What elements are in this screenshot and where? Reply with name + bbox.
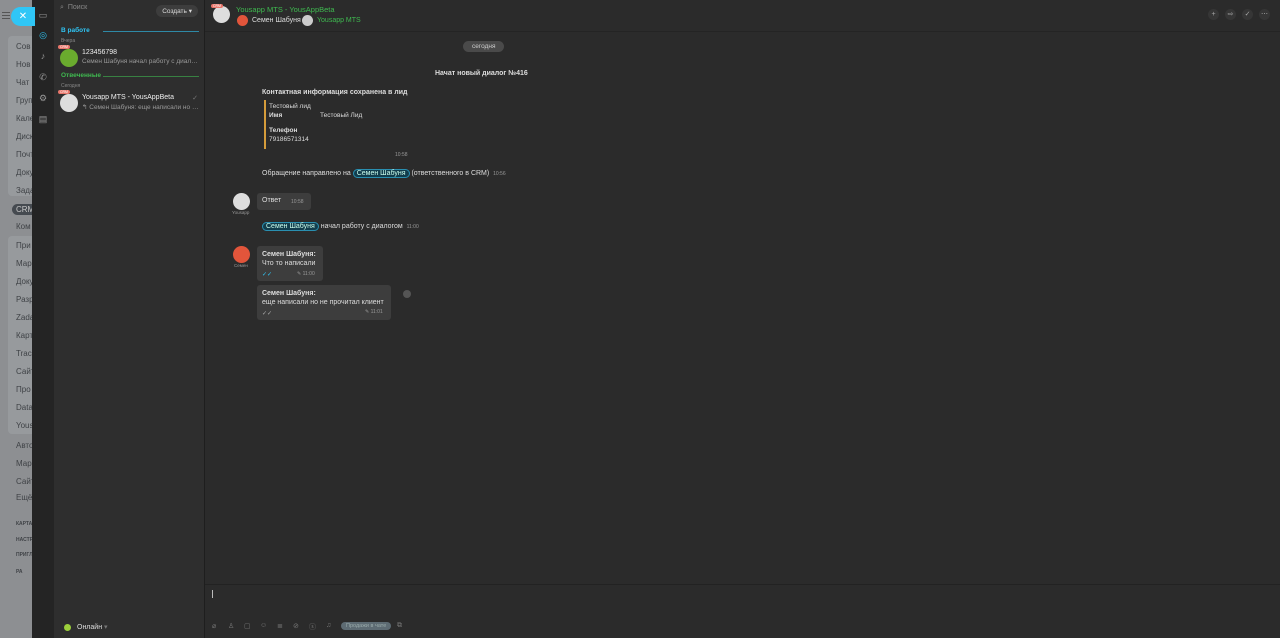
- section-in-work: В работе: [61, 27, 198, 34]
- screen-icon[interactable]: ⧉: [397, 622, 402, 630]
- message-bubble: Ответ 10:58: [257, 193, 311, 210]
- avatar: [60, 94, 78, 112]
- menu-item[interactable]: Zada: [16, 313, 32, 322]
- menu-item[interactable]: Про: [16, 385, 31, 394]
- menu-item[interactable]: Доку: [16, 168, 32, 177]
- menu-item[interactable]: Сайт: [16, 477, 32, 486]
- timestamp: 10:58: [395, 152, 408, 158]
- emoji-icon[interactable]: ☺: [260, 622, 267, 629]
- chat-title[interactable]: Yousapp MTS - YousAppBeta: [236, 5, 335, 14]
- avatar: [60, 49, 78, 67]
- avatar: [302, 15, 313, 26]
- menu-icon[interactable]: [2, 12, 10, 13]
- menu-item[interactable]: Кале: [16, 114, 32, 123]
- menu-item[interactable]: Ещё: [16, 493, 32, 502]
- menu-item[interactable]: Почт: [16, 150, 32, 159]
- menu-item[interactable]: Доку: [16, 277, 32, 286]
- messenger-icon-column: ▭ ◎ ♪ ✆ ⚙ ▤: [32, 0, 54, 638]
- field-label: Телефон: [269, 127, 298, 134]
- avatar: [233, 193, 250, 210]
- tasks-icon[interactable]: ▤: [37, 114, 49, 126]
- background-menu: Сов Нов Чат Груп Кале Диск Почт Доку Зада CRM Ком П…: [0, 0, 32, 638]
- menu-item[interactable]: Yous: [16, 421, 32, 430]
- create-button[interactable]: Создать ▾: [156, 5, 198, 17]
- list-item[interactable]: CRM 123456798 Семен Шабуня начал работу …: [58, 45, 202, 69]
- author-name: Семен: [234, 263, 248, 268]
- field-label: Имя: [269, 112, 283, 119]
- menu-item[interactable]: При: [16, 241, 31, 250]
- menu-item[interactable]: Чат: [16, 78, 29, 87]
- more-icon[interactable]: ⋯: [1259, 9, 1270, 20]
- openlines-icon[interactable]: ◎: [37, 30, 49, 42]
- system-message: Начат новый диалог №416: [435, 70, 528, 77]
- hide-icon[interactable]: ⊘: [293, 622, 299, 630]
- close-button[interactable]: ✕: [11, 7, 35, 26]
- menu-item[interactable]: Data: [16, 403, 32, 412]
- phone-link[interactable]: 79186571314: [269, 136, 309, 143]
- bell-icon[interactable]: ♪: [37, 51, 49, 63]
- forward-icon[interactable]: ⇨: [1225, 9, 1236, 20]
- avatar: [213, 6, 230, 23]
- read-icon: ✓✓: [262, 272, 273, 278]
- template-icon[interactable]: ▢: [244, 622, 251, 630]
- list-icon[interactable]: ≣: [277, 622, 283, 630]
- section-answered: Отвеченные: [61, 72, 200, 79]
- menu-item[interactable]: Мар: [16, 459, 32, 468]
- menu-item[interactable]: Диск: [16, 132, 32, 141]
- sent-icon: ✓✓: [262, 311, 273, 317]
- member-name[interactable]: Семен Шабуня: [252, 17, 301, 24]
- attach-icon[interactable]: ⌀: [212, 622, 216, 630]
- menu-section[interactable]: КАРТА: [16, 521, 32, 527]
- routed-message: Обращение направлено на Семен Шабуня (от…: [262, 169, 506, 178]
- menu-item[interactable]: Сайт: [16, 367, 32, 376]
- day-label: Вчера: [61, 38, 76, 44]
- menu-item[interactable]: Авто: [16, 441, 32, 450]
- list-item[interactable]: CRM Yousapp MTS - YousAppBeta ↰ Семен Ша…: [58, 90, 202, 114]
- message-input[interactable]: [205, 584, 1280, 610]
- chat-header: CRM Yousapp MTS - YousAppBeta Семен Шабу…: [205, 0, 1280, 32]
- menu-item[interactable]: Груп: [16, 96, 32, 105]
- chats-icon[interactable]: ▭: [37, 10, 49, 22]
- phone-icon[interactable]: ✆: [37, 72, 49, 84]
- menu-item[interactable]: CRM: [12, 204, 32, 215]
- menu-item[interactable]: Зада: [16, 186, 32, 195]
- contact-title: Контактная информация сохранена в лид: [262, 89, 408, 96]
- message-menu-icon[interactable]: [403, 290, 411, 298]
- menu-item[interactable]: Сов: [16, 42, 30, 51]
- menu-section[interactable]: ПРИГЛ: [16, 552, 32, 558]
- search-icon: ⌕: [60, 4, 64, 11]
- avatar: [233, 246, 250, 263]
- chat-panel: CRM Yousapp MTS - YousAppBeta Семен Шабу…: [205, 0, 1280, 638]
- member-name[interactable]: Yousapp MTS: [317, 17, 361, 24]
- menu-item[interactable]: Карт: [16, 331, 32, 340]
- menu-section[interactable]: НАСТР: [16, 537, 32, 543]
- lead-name: Тестовый лид: [269, 103, 311, 110]
- mic-icon[interactable]: ♫: [326, 622, 331, 629]
- add-icon[interactable]: +: [1208, 9, 1219, 20]
- field-value: Тестовый Лид: [320, 112, 363, 119]
- payment-icon[interactable]: ⓢ: [309, 622, 316, 632]
- author-name: Yousapp: [232, 210, 250, 215]
- started-message: Семен Шабуня начал работу с диалогом 11:…: [262, 222, 419, 231]
- check-icon: ✓: [192, 95, 198, 102]
- menu-item[interactable]: Ком: [16, 222, 31, 231]
- menu-item[interactable]: Мар: [16, 259, 32, 268]
- day-label: Сегодня: [61, 83, 81, 89]
- date-separator: сегодня: [463, 41, 505, 52]
- menu-item[interactable]: Track: [16, 349, 32, 358]
- gear-icon[interactable]: ⚙: [37, 93, 49, 105]
- avatar: [237, 15, 248, 26]
- menu-section[interactable]: РА: [16, 569, 23, 575]
- sales-button[interactable]: Продажи в чате: [341, 622, 392, 630]
- finish-icon[interactable]: ✓: [1242, 9, 1253, 20]
- status-selector[interactable]: Онлайн ▾: [64, 623, 108, 631]
- chat-list: ⌕ Поиск Создать ▾ В работе Вчера CRM 123…: [54, 0, 205, 638]
- user-icon[interactable]: ♙: [228, 622, 234, 630]
- menu-item[interactable]: Нов: [16, 60, 30, 69]
- message-bubble: Семен Шабуня: еще написали но не прочита…: [257, 285, 391, 320]
- message-bubble: Семен Шабуня: Что то написали ✓✓ ✎ 11:00: [257, 246, 323, 281]
- menu-item[interactable]: Разр: [16, 295, 32, 304]
